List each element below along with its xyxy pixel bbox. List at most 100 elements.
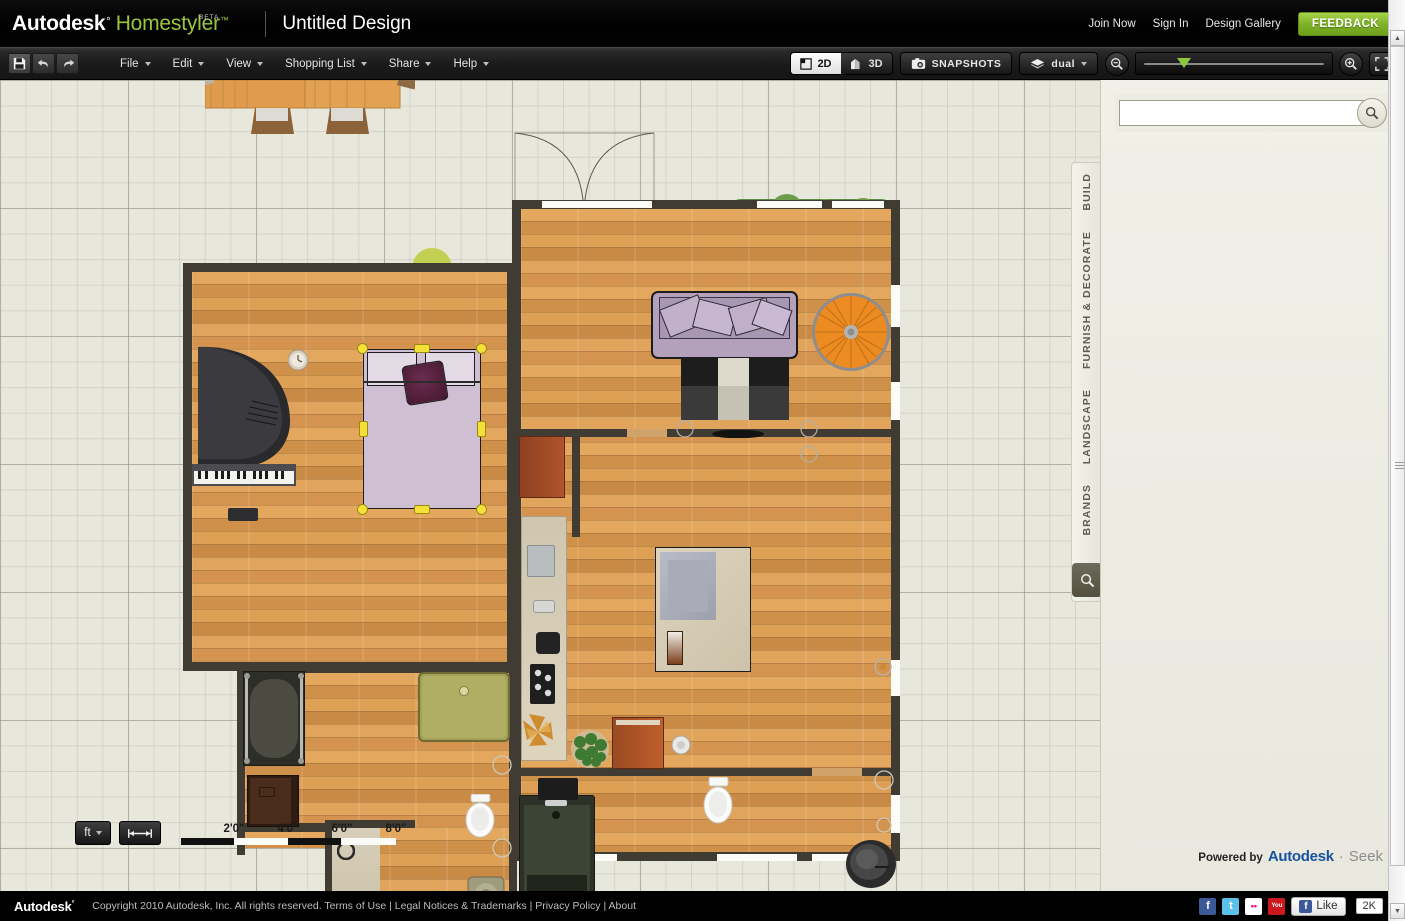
catalog-tabs: BUILD FURNISH & DECORATE LANDSCAPE BRAND… xyxy=(1071,162,1102,602)
selection-handle-w[interactable] xyxy=(359,421,368,437)
search-icon xyxy=(1365,106,1379,120)
kitchen-island[interactable] xyxy=(655,547,751,672)
youtube-icon[interactable]: You xyxy=(1268,897,1286,915)
render-mode-dropdown[interactable]: dual xyxy=(1019,52,1098,75)
chevron-down-icon xyxy=(144,61,151,66)
toilet[interactable] xyxy=(700,777,736,825)
redo-button[interactable] xyxy=(56,53,79,74)
powered-brand: Autodesk xyxy=(1267,848,1334,865)
catalog-search-input[interactable] xyxy=(1119,100,1370,126)
tab-furnish-decorate[interactable]: FURNISH & DECORATE xyxy=(1081,221,1093,379)
save-button[interactable] xyxy=(8,53,31,74)
chevron-down-icon xyxy=(1081,61,1087,66)
scroll-down-button[interactable]: ▼ xyxy=(1390,903,1405,919)
sofa[interactable] xyxy=(651,291,798,359)
outdoor-table[interactable] xyxy=(205,80,415,135)
dark-sink[interactable] xyxy=(845,838,897,890)
cooktop[interactable] xyxy=(536,632,560,654)
measure-tool-button[interactable] xyxy=(119,821,161,845)
menu-edit[interactable]: Edit xyxy=(164,53,214,75)
wood-door[interactable] xyxy=(519,436,565,498)
stove[interactable] xyxy=(529,663,557,705)
tab-brands[interactable]: BRANDS xyxy=(1081,474,1093,546)
sign-in-link[interactable]: Sign In xyxy=(1153,18,1189,30)
unit-label: ft xyxy=(84,827,91,839)
facebook-like-button[interactable]: f Like xyxy=(1291,896,1346,916)
tab-3d[interactable]: 3D xyxy=(841,53,892,74)
window-scrollbar[interactable]: ▲ ▼ xyxy=(1388,0,1405,921)
shower-tray[interactable] xyxy=(418,672,510,742)
scroll-up-button[interactable]: ▲ xyxy=(1390,30,1405,46)
powered-by-label: Powered by xyxy=(1198,852,1263,864)
menu-help[interactable]: Help xyxy=(444,53,498,75)
catalog-search-button[interactable] xyxy=(1072,563,1102,597)
wood-cabinet[interactable] xyxy=(612,717,664,769)
menu-view-label: View xyxy=(226,57,252,70)
scale-bar: ft 2'0" 4'0" 6'0" 8'0" xyxy=(75,815,406,845)
kitchen-sink[interactable] xyxy=(527,545,555,577)
feedback-button[interactable]: FEEDBACK xyxy=(1297,11,1393,36)
flickr-icon[interactable]: •• xyxy=(1245,897,1263,915)
zoom-controls xyxy=(1105,51,1395,76)
menu-share[interactable]: Share xyxy=(380,53,441,75)
catalog-search-submit[interactable] xyxy=(1357,98,1387,128)
microwave[interactable] xyxy=(533,600,555,613)
menu-shopping-list[interactable]: Shopping List xyxy=(276,53,376,75)
floor-knob[interactable] xyxy=(876,817,892,833)
document-title: Untitled Design xyxy=(282,12,412,34)
toilet[interactable] xyxy=(462,794,498,839)
bathtub[interactable] xyxy=(243,671,305,766)
chair[interactable] xyxy=(325,108,370,138)
piano-bench[interactable] xyxy=(228,508,258,521)
tab-2d-label: 2D xyxy=(817,57,832,70)
zoom-in-button[interactable] xyxy=(1339,51,1363,76)
floor-outlet[interactable] xyxy=(874,658,892,676)
scale-ruler: 2'0" 4'0" 6'0" 8'0" xyxy=(181,815,406,845)
undo-button[interactable] xyxy=(32,53,55,74)
grand-piano[interactable] xyxy=(190,345,300,505)
selection-handle-s[interactable] xyxy=(414,505,430,514)
wall-clock[interactable] xyxy=(287,349,311,371)
chevron-down-icon xyxy=(360,61,367,66)
bathroom-sink[interactable] xyxy=(466,875,508,891)
join-now-link[interactable]: Join Now xyxy=(1088,18,1135,30)
lamp[interactable] xyxy=(671,735,691,755)
menu-view[interactable]: View xyxy=(217,53,272,75)
facebook-icon[interactable]: f xyxy=(1199,897,1217,915)
chevron-down-icon xyxy=(257,61,264,66)
bed-selected[interactable] xyxy=(363,349,481,509)
save-icon xyxy=(13,57,26,70)
scrollbar-thumb[interactable] xyxy=(1390,46,1405,866)
selection-handle-sw[interactable] xyxy=(357,504,368,515)
footer-logo: Autodesk° xyxy=(0,899,74,914)
tab-build[interactable]: BUILD xyxy=(1081,163,1093,221)
dark-bathtub[interactable] xyxy=(519,795,595,891)
chair[interactable] xyxy=(250,108,295,138)
menu-file[interactable]: File xyxy=(111,53,160,75)
tab-2d[interactable]: 2D xyxy=(791,53,841,74)
decor-fan[interactable] xyxy=(521,712,555,748)
selection-handle-n[interactable] xyxy=(414,344,430,353)
menu-file-label: File xyxy=(120,57,139,70)
layers-icon xyxy=(1031,58,1045,69)
selection-handle-se[interactable] xyxy=(476,504,487,515)
parasol[interactable] xyxy=(810,291,892,373)
potted-plant[interactable] xyxy=(567,728,613,768)
footer-copyright[interactable]: Copyright 2010 Autodesk, Inc. All rights… xyxy=(92,900,636,912)
selection-handle-nw[interactable] xyxy=(357,343,368,354)
unit-dropdown[interactable]: ft xyxy=(75,821,111,845)
selection-handle-ne[interactable] xyxy=(476,343,487,354)
tub-fixture[interactable] xyxy=(538,778,578,800)
coffee-table[interactable] xyxy=(712,430,764,438)
selection-handle-e[interactable] xyxy=(477,421,486,437)
snapshots-button[interactable]: SNAPSHOTS xyxy=(899,52,1013,75)
design-gallery-link[interactable]: Design Gallery xyxy=(1205,18,1280,30)
area-rug[interactable] xyxy=(681,358,789,420)
zoom-out-button[interactable] xyxy=(1105,51,1129,76)
tab-landscape[interactable]: LANDSCAPE xyxy=(1081,379,1093,474)
zoom-slider[interactable] xyxy=(1135,52,1333,75)
scrollbar-grip xyxy=(1395,462,1404,469)
twitter-icon[interactable]: t xyxy=(1222,897,1240,915)
catalog-search-row xyxy=(1115,94,1391,132)
zoom-slider-handle[interactable] xyxy=(1177,58,1192,68)
